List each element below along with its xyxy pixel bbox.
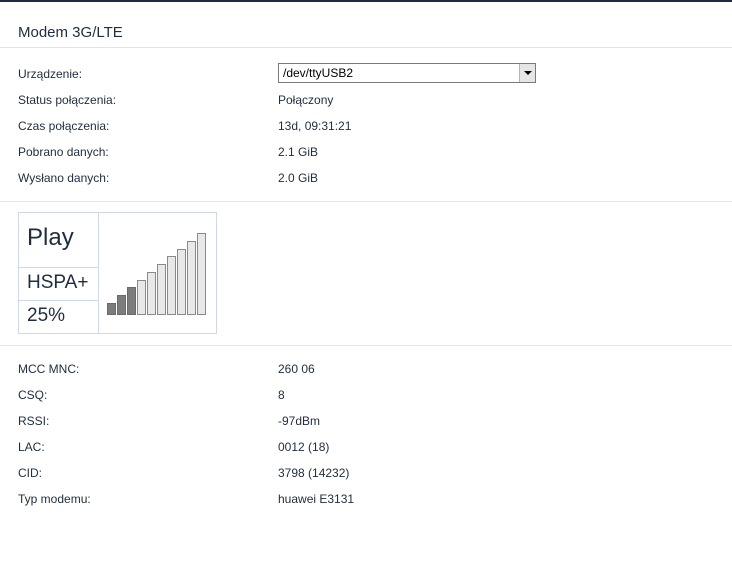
- modem-type-row: Typ modemu: huawei E3131: [18, 486, 718, 512]
- divider: [0, 47, 732, 48]
- rssi-value: -97dBm: [278, 414, 321, 428]
- status-row: Status połączenia: Połączony: [18, 87, 718, 113]
- device-label: Urządzenie:: [18, 67, 83, 81]
- signal-percent: 25%: [27, 305, 66, 326]
- signal-bar: [127, 287, 136, 315]
- signal-bar: [107, 303, 116, 315]
- divider: [0, 201, 732, 202]
- operator-name: Play: [27, 224, 74, 251]
- mcc-mnc-value: 260 06: [278, 362, 315, 376]
- signal-info: Play HSPA+ 25%: [19, 213, 99, 333]
- uploaded-value: 2.0 GiB: [278, 171, 319, 185]
- operator-cell: Play: [19, 213, 98, 268]
- signal-panel: Play HSPA+ 25%: [18, 212, 217, 334]
- modem-type-label: Typ modemu:: [18, 492, 91, 506]
- divider: [0, 345, 732, 346]
- mcc-mnc-row: MCC MNC: 260 06: [18, 356, 718, 382]
- signal-strength-icon: [107, 231, 211, 315]
- status-value: Połączony: [278, 93, 334, 107]
- connection-time-row: Czas połączenia: 13d, 09:31:21: [18, 113, 718, 139]
- downloaded-value: 2.1 GiB: [278, 145, 319, 159]
- cid-row: CID: 3798 (14232): [18, 460, 718, 486]
- percent-cell: 25%: [19, 301, 98, 333]
- modem-type-value: huawei E3131: [278, 492, 355, 506]
- technology-cell: HSPA+: [19, 268, 98, 301]
- signal-bar: [137, 280, 146, 315]
- csq-label: CSQ:: [18, 388, 48, 402]
- device-select-value: /dev/ttyUSB2: [283, 66, 354, 80]
- uploaded-label: Wysłano danych:: [18, 171, 110, 185]
- cid-label: CID:: [18, 466, 42, 480]
- signal-bar: [157, 264, 166, 315]
- signal-bar: [147, 272, 156, 315]
- lac-row: LAC: 0012 (18): [18, 434, 718, 460]
- signal-bar: [167, 256, 176, 315]
- connection-time-value: 13d, 09:31:21: [278, 119, 352, 133]
- csq-value: 8: [278, 388, 285, 402]
- signal-bar: [197, 233, 206, 315]
- network-technology: HSPA+: [27, 272, 89, 293]
- connection-time-label: Czas połączenia:: [18, 119, 110, 133]
- lac-value: 0012 (18): [278, 440, 330, 454]
- chevron-down-icon: [524, 71, 532, 75]
- rssi-row: RSSI: -97dBm: [18, 408, 718, 434]
- downloaded-label: Pobrano danych:: [18, 145, 109, 159]
- lac-label: LAC:: [18, 440, 45, 454]
- signal-bar: [177, 249, 186, 315]
- top-border: [0, 0, 732, 2]
- device-select[interactable]: /dev/ttyUSB2: [278, 63, 536, 83]
- status-label: Status połączenia:: [18, 93, 117, 107]
- rssi-label: RSSI:: [18, 414, 50, 428]
- signal-bar: [117, 295, 126, 315]
- signal-bar: [187, 241, 196, 315]
- csq-row: CSQ: 8: [18, 382, 718, 408]
- page-title: Modem 3G/LTE: [18, 24, 123, 41]
- cid-value: 3798 (14232): [278, 466, 350, 480]
- uploaded-row: Wysłano danych: 2.0 GiB: [18, 165, 718, 191]
- dropdown-button[interactable]: [519, 64, 535, 82]
- mcc-mnc-label: MCC MNC:: [18, 362, 80, 376]
- downloaded-row: Pobrano danych: 2.1 GiB: [18, 139, 718, 165]
